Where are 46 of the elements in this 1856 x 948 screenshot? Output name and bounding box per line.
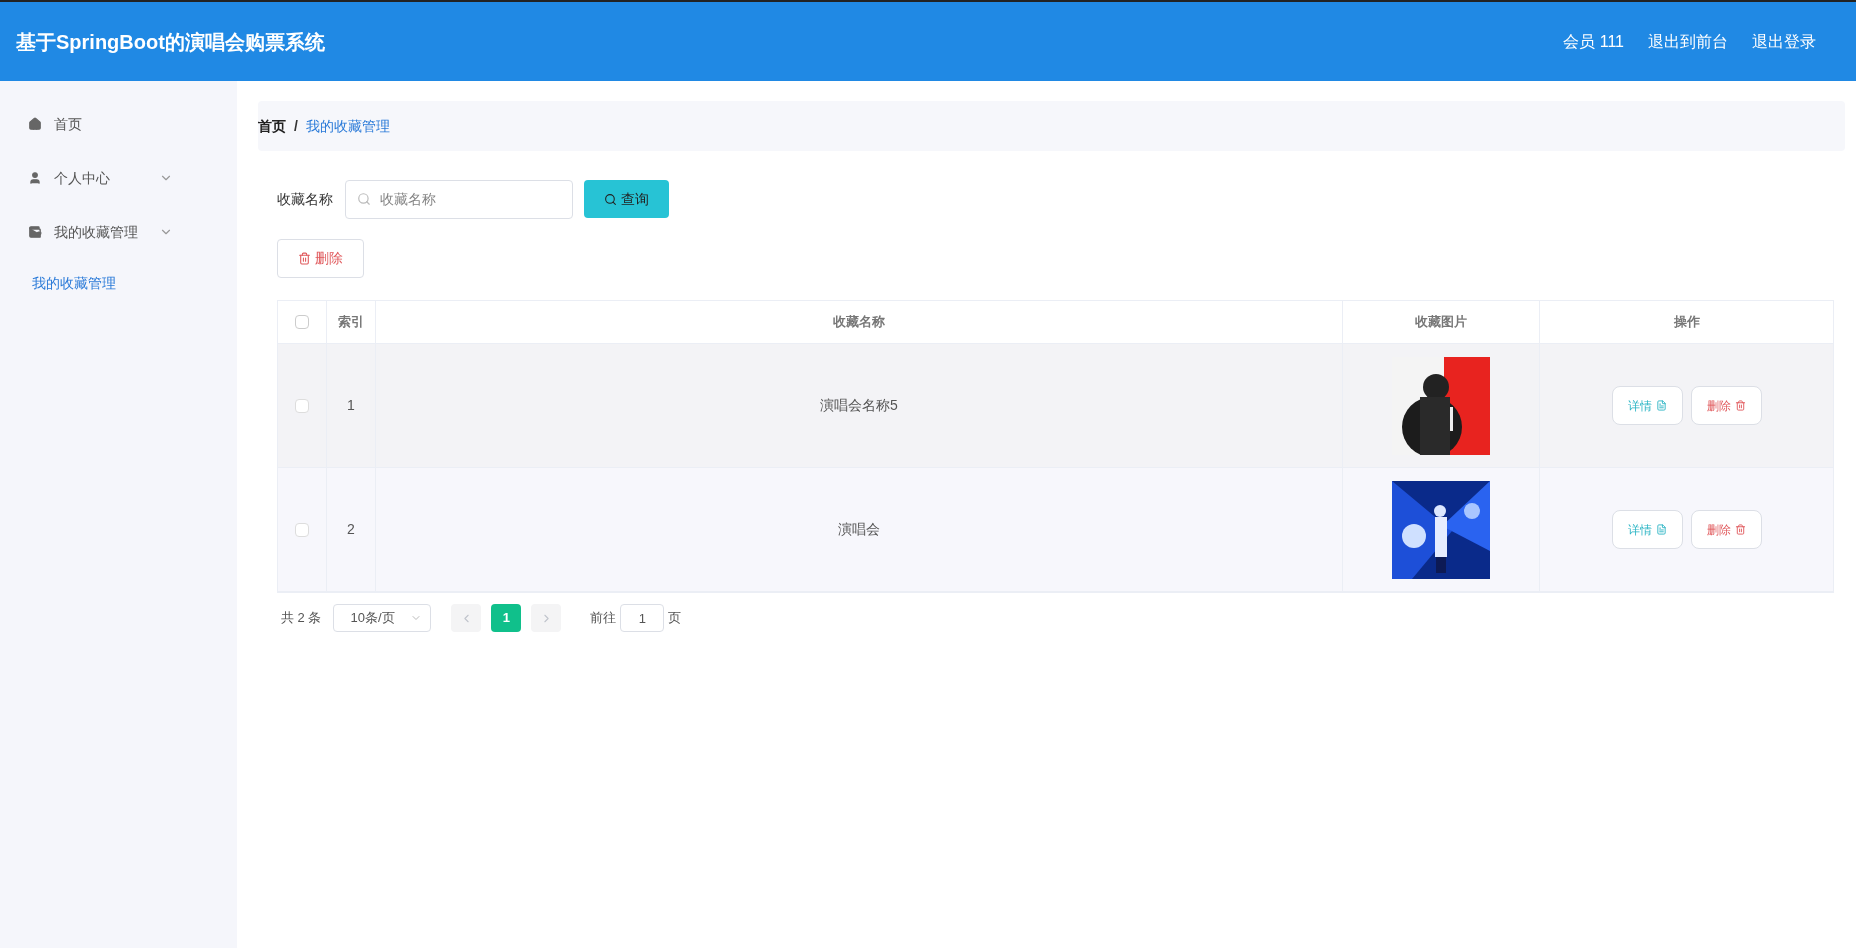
breadcrumb-separator: / xyxy=(294,116,298,136)
delete-button[interactable]: 删除 xyxy=(277,239,364,278)
checkbox[interactable] xyxy=(295,315,309,329)
page-size-select[interactable]: 10条/页 xyxy=(333,604,432,632)
document-icon xyxy=(1655,400,1667,411)
page-button[interactable]: 1 xyxy=(491,604,522,632)
home-icon xyxy=(28,117,42,131)
trash-icon xyxy=(1734,524,1746,535)
sidebar-item[interactable]: 我的收藏管理 xyxy=(0,205,237,259)
header-link[interactable]: 退出到前台 xyxy=(1648,29,1728,54)
delete-button[interactable]: 删除 xyxy=(1690,386,1762,425)
details-button[interactable]: 详情 xyxy=(1611,386,1683,425)
total-count: 共 2 条 xyxy=(281,609,322,628)
user-icon xyxy=(28,171,42,185)
table-cell-text: 演唱会 xyxy=(838,520,880,539)
search-field[interactable]: 收藏名称 xyxy=(345,179,573,219)
table-cell-text: 2 xyxy=(347,520,355,539)
breadcrumb-link[interactable]: 首页 xyxy=(258,115,286,137)
search-label: 收藏名称 xyxy=(277,189,333,209)
trash-icon xyxy=(298,252,311,265)
search-icon xyxy=(357,191,371,206)
column-header: 收藏图片 xyxy=(1415,313,1467,332)
sidebar-item[interactable]: 首页 xyxy=(0,97,237,151)
goto-label: 前往 xyxy=(590,609,617,628)
checkbox[interactable] xyxy=(295,522,309,537)
search-button[interactable]: 查询 xyxy=(584,180,669,218)
sidebar-item[interactable]: 个人中心 xyxy=(0,151,237,205)
page-suffix: 页 xyxy=(668,609,682,628)
page-input[interactable]: 1 xyxy=(620,604,665,632)
column-header: 索引 xyxy=(338,313,364,332)
details-button[interactable]: 详情 xyxy=(1611,510,1683,549)
breadcrumb-link[interactable]: 我的收藏管理 xyxy=(305,115,390,137)
wallet-icon xyxy=(28,225,42,239)
app-title: 基于SpringBoot的演唱会购票系统 xyxy=(16,29,325,55)
table-cell-text: 演唱会名称5 xyxy=(820,396,898,415)
checkbox[interactable] xyxy=(295,398,309,413)
column-header: 收藏名称 xyxy=(833,313,885,332)
document-icon xyxy=(1655,524,1667,535)
column-header: 操作 xyxy=(1673,313,1700,332)
trash-icon xyxy=(1734,400,1746,411)
header-link[interactable]: 会员 111 xyxy=(1563,29,1624,54)
table-cell-text: 1 xyxy=(347,396,355,415)
delete-button[interactable]: 删除 xyxy=(1690,510,1762,549)
sidebar-subitem[interactable]: 我的收藏管理 xyxy=(0,259,237,307)
search-icon xyxy=(604,192,617,206)
header-link[interactable]: 退出登录 xyxy=(1752,29,1816,54)
